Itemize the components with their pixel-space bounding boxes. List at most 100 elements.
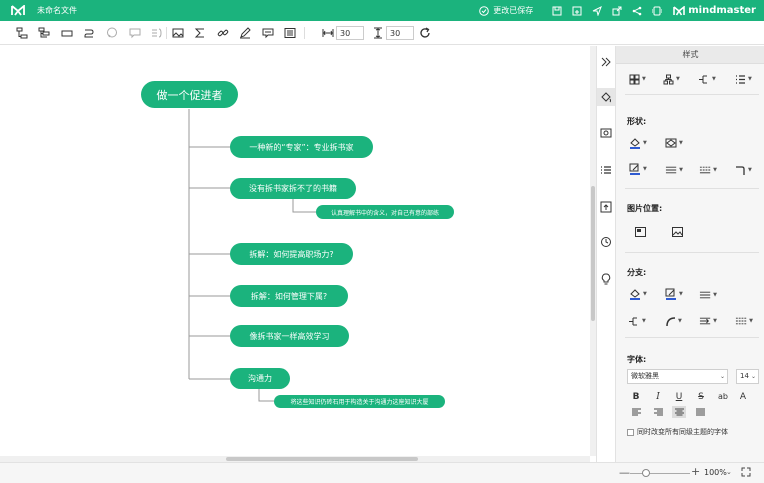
save-as-icon[interactable] [572, 6, 582, 16]
export-icon[interactable] [612, 6, 622, 16]
callout-icon[interactable] [106, 27, 118, 39]
topic-label: 一种新的“专家”：专业拆书家 [249, 142, 354, 152]
strikethrough-button[interactable]: S [695, 391, 707, 403]
note-icon[interactable] [262, 27, 274, 39]
presentation-tab-icon[interactable] [600, 201, 612, 213]
panel-divider [625, 252, 759, 253]
tips-tab-icon[interactable] [600, 273, 612, 285]
floating-topic-icon[interactable] [61, 27, 73, 39]
zoom-slider-track[interactable] [630, 473, 690, 474]
insert-subtopic-icon[interactable] [38, 27, 50, 39]
fill-color-icon[interactable]: ▼ [629, 137, 647, 149]
chevron-down-icon: ⌄ [719, 373, 725, 380]
document-title[interactable]: 未命名文件 [37, 5, 77, 16]
share-icon[interactable] [632, 6, 642, 16]
branch-arrow-icon[interactable]: ▼ [699, 315, 717, 327]
send-icon[interactable] [592, 5, 603, 16]
numbering-icon[interactable]: ▼ [735, 73, 753, 85]
subtopic-label: 认真理解书中的含义，对自己有意的部练 [330, 209, 439, 217]
theme-tab-icon[interactable] [600, 127, 612, 139]
topic-label: 像拆书家一样高效学习 [249, 331, 330, 341]
pen-icon[interactable] [239, 27, 251, 39]
collapse-panel-icon[interactable] [600, 56, 612, 68]
panel-divider [625, 188, 759, 189]
topic-node[interactable]: 一种新的“专家”：专业拆书家 [230, 136, 373, 158]
toolbar [0, 21, 764, 45]
align-right-icon[interactable] [651, 406, 665, 418]
vertical-scroll-thumb[interactable] [591, 186, 595, 321]
style-panel: 样式 ▼ ▼ ▼ ▼ 形状: ▼ ▼ ▼ ▼ ▼ ▼ 图片位置: 分支: ▼ ▼… [615, 46, 764, 462]
font-size-select[interactable]: 14 ⌄ [736, 369, 759, 384]
relationship-icon[interactable] [83, 27, 95, 39]
image-left-icon[interactable] [635, 226, 653, 238]
topic-label: 沟通力 [248, 374, 272, 383]
panel-header: 样式 [616, 46, 764, 64]
root-topic[interactable]: 做一个促进者 [141, 81, 238, 108]
corner-style-icon[interactable]: ▼ [735, 164, 753, 176]
subtopic-node[interactable]: 认真理解书中的含义，对自己有意的部练 [316, 205, 454, 219]
underline-button[interactable]: U [673, 391, 685, 403]
align-justify-icon[interactable] [693, 406, 707, 418]
summary-icon[interactable] [151, 27, 163, 39]
subtopic-node[interactable]: 将这些知识仍砖石用于构造关于沟通力这座知识大厦 [274, 395, 445, 408]
bold-button[interactable]: B [630, 391, 642, 403]
branch-dash-icon[interactable]: ▼ [735, 315, 753, 327]
font-family-value: 微软雅黑 [631, 372, 659, 380]
border-weight-icon[interactable]: ▼ [665, 164, 683, 176]
fullscreen-icon[interactable] [652, 6, 663, 16]
mindmap-canvas[interactable]: 做一个促进者 一种新的“专家”：专业拆书家 没有拆书家拆不了的书籍 认真理解书中… [0, 46, 590, 456]
topic-node[interactable]: 拆解：如何管理下属? [230, 285, 348, 307]
app-logo-icon[interactable] [11, 5, 27, 17]
height-input[interactable] [386, 26, 414, 40]
align-center-icon[interactable] [672, 406, 686, 418]
lowercase-button[interactable]: ab [715, 391, 731, 403]
branch-weight-icon[interactable]: ▼ [699, 289, 717, 301]
height-icon [372, 27, 384, 39]
branch-fill-icon[interactable]: ▼ [629, 288, 647, 300]
zoom-out-button[interactable]: — [619, 466, 630, 479]
topic-node[interactable]: 像拆书家一样高效学习 [230, 325, 349, 347]
style-tab-icon[interactable] [597, 88, 615, 106]
outline-tab-icon[interactable] [600, 164, 612, 176]
formula-icon[interactable] [194, 27, 206, 39]
comment-icon[interactable] [129, 27, 141, 39]
zoom-level[interactable]: 100% [704, 468, 727, 477]
branch-curve-icon[interactable]: ▼ [665, 315, 683, 327]
refresh-icon[interactable] [419, 27, 431, 39]
image-icon[interactable] [172, 27, 184, 39]
brand-logo-icon [673, 5, 686, 15]
history-tab-icon[interactable] [600, 236, 612, 248]
topic-node[interactable]: 没有拆书家拆不了的书籍 [230, 178, 356, 199]
save-icon[interactable] [552, 6, 562, 16]
link-icon[interactable] [217, 27, 229, 39]
connector-style-icon[interactable]: ▼ [699, 73, 717, 85]
apply-to-siblings-option[interactable]: 同时改变所有同级主题的字体 [627, 427, 728, 437]
uppercase-button[interactable]: A [737, 391, 749, 403]
brand-name: mindmaster [688, 5, 756, 16]
layout-icon[interactable]: ▼ [629, 73, 647, 85]
branch-line-color-icon[interactable]: ▼ [665, 288, 683, 300]
font-family-select[interactable]: 微软雅黑 ⌄ [627, 369, 728, 384]
chevron-down-icon[interactable]: ⌄ [726, 468, 732, 476]
brand: mindmaster [673, 5, 756, 16]
align-left-icon[interactable] [629, 406, 643, 418]
zoom-in-button[interactable]: + [691, 465, 700, 478]
topic-node[interactable]: 拆解：如何提高职场力? [230, 243, 353, 265]
shape-icon[interactable]: ▼ [665, 137, 683, 149]
zoom-slider-handle[interactable] [642, 469, 650, 477]
apply-to-siblings-checkbox[interactable] [627, 428, 634, 436]
branch-connector-icon[interactable]: ▼ [629, 315, 647, 327]
insert-topic-icon[interactable] [16, 27, 28, 39]
topic-node[interactable]: 沟通力 [230, 368, 290, 389]
horizontal-scroll-thumb[interactable] [226, 457, 418, 461]
border-color-icon[interactable]: ▼ [629, 163, 647, 175]
image-top-icon[interactable] [672, 226, 690, 238]
width-input[interactable] [336, 26, 364, 40]
border-dash-icon[interactable]: ▼ [699, 164, 717, 176]
fit-to-screen-icon[interactable] [741, 467, 751, 477]
italic-button[interactable]: I [652, 391, 664, 403]
structure-icon[interactable]: ▼ [663, 73, 681, 85]
save-status-text: 更改已保存 [493, 6, 534, 15]
font-section-title: 字体: [627, 355, 647, 364]
outline-icon[interactable] [284, 27, 296, 39]
